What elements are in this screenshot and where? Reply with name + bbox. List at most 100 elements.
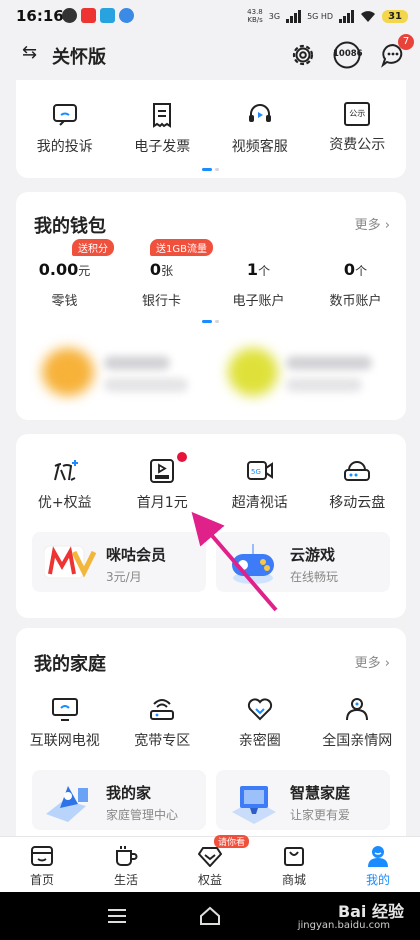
- youplus-icon: [53, 460, 78, 481]
- status-bar: 16:16 43.8 KB/s 3G 5G HD 31: [0, 0, 420, 34]
- page-indicator: [202, 320, 219, 323]
- services-card: 我的投诉 电子发票 视频客服 公示 资费公示: [16, 80, 406, 178]
- shopping-bag-icon: [284, 847, 304, 866]
- family-item-intimate-circle[interactable]: 亲密圈: [211, 696, 309, 750]
- family-label: 互联网电视: [29, 733, 100, 749]
- customer-service-10086-button[interactable]: 10086: [332, 40, 363, 70]
- chat-notification-icon: [62, 8, 77, 23]
- nav-mall[interactable]: 商城: [252, 837, 336, 892]
- diamond-icon: [198, 847, 222, 867]
- promo-cloud-gaming[interactable]: 云游戏 在线畅玩: [216, 532, 390, 592]
- wallet-label: 银行卡: [141, 294, 181, 309]
- service-label: 视频客服: [231, 139, 288, 155]
- benefit-label: 超清视话: [231, 495, 288, 511]
- family-network-icon: [346, 698, 369, 721]
- service-item-video-support[interactable]: 视频客服: [211, 102, 309, 156]
- svg-text:5G: 5G: [251, 468, 261, 476]
- signal-icon: [286, 9, 302, 23]
- benefit-label: 首月1元: [136, 495, 188, 511]
- notification-icons: [62, 8, 134, 23]
- tv-icon: [51, 698, 78, 721]
- promo-title: 云游戏: [290, 546, 336, 564]
- promo-subtitle: 在线畅玩: [290, 570, 339, 584]
- nav-label: 首页: [29, 873, 54, 887]
- bottom-navigation: 首页 生活 请你看 权益 商城 我的: [0, 835, 420, 892]
- migu-icon: [44, 545, 97, 579]
- promo-title: 我的家: [106, 784, 152, 802]
- heart-circle-icon: [247, 698, 272, 721]
- wallet-value-digital-currency[interactable]: 0个: [307, 260, 404, 279]
- promo-title: 智慧家庭: [290, 784, 351, 802]
- nav-benefits[interactable]: 请你看 权益: [168, 835, 252, 892]
- benefit-item-hd-video-call[interactable]: 5G 超清视话: [211, 458, 309, 512]
- benefits-card: 优+权益 首月1元 5G 超清视话 移动云盘 咪咕会员 3元/月 云游戏 在线畅…: [16, 434, 406, 618]
- nav-label: 商城: [281, 873, 306, 887]
- vip-video-icon: [150, 459, 175, 483]
- family-item-family-network[interactable]: 全国亲情网: [309, 696, 407, 750]
- promo-subtitle: 家庭管理中心: [106, 808, 179, 822]
- family-item-broadband[interactable]: 宽带专区: [114, 696, 212, 750]
- signal-icon: [339, 9, 355, 23]
- service-label: 资费公示: [329, 137, 386, 153]
- nav-mine[interactable]: 我的: [336, 837, 420, 892]
- promo-subtitle: 让家更有爱: [290, 808, 351, 822]
- menu-icon[interactable]: [107, 908, 127, 924]
- chevron-right-icon: ›: [384, 218, 390, 233]
- family-item-internet-tv[interactable]: 互联网电视: [16, 696, 114, 750]
- service-item-complaint[interactable]: 我的投诉: [16, 102, 114, 156]
- nav-home[interactable]: 首页: [0, 837, 84, 892]
- blurred-text: [104, 356, 170, 370]
- message-count-badge: 7: [398, 34, 414, 50]
- benefit-item-cloud-drive[interactable]: 移动云盘: [309, 458, 407, 512]
- nav-label: 权益: [197, 873, 222, 887]
- service-number-label: 10086: [333, 49, 363, 59]
- home-icon: [31, 846, 53, 866]
- nav-life[interactable]: 生活: [84, 837, 168, 892]
- blurred-image: [42, 348, 94, 396]
- home-map-icon: [46, 786, 88, 822]
- promo-smart-home[interactable]: 智慧家庭 让家更有爱: [216, 770, 390, 830]
- wallet-value-bankcard[interactable]: 0张: [113, 260, 210, 279]
- wallet-value-e-account[interactable]: 1个: [210, 260, 307, 279]
- service-label: 电子发票: [134, 139, 191, 155]
- promo-migu-member[interactable]: 咪咕会员 3元/月: [32, 532, 206, 592]
- network-speed: 43.8: [247, 8, 263, 16]
- app-notification-icon: [100, 8, 115, 23]
- router-icon: [150, 699, 175, 720]
- blurred-image: [228, 348, 278, 396]
- nav-label: 生活: [113, 873, 138, 887]
- family-more-link[interactable]: 更多 ›: [355, 652, 390, 671]
- messages-button[interactable]: 7: [378, 34, 414, 70]
- wallet-value-change[interactable]: 0.00元: [16, 260, 113, 279]
- blurred-text: [104, 378, 188, 392]
- app-notification-icon: [119, 8, 134, 23]
- service-item-tariff[interactable]: 公示 资费公示: [309, 102, 407, 156]
- user-icon: [368, 846, 388, 867]
- cloud-drive-icon: [344, 461, 371, 481]
- service-item-invoice[interactable]: 电子发票: [114, 102, 212, 156]
- wifi-icon: [361, 10, 376, 22]
- watermark-url: jingyan.baidu.com: [297, 920, 390, 931]
- home-button-icon[interactable]: [199, 906, 221, 926]
- nav-label: 我的: [365, 873, 390, 887]
- wallet-more-link[interactable]: 更多 ›: [355, 214, 390, 233]
- smart-home-icon: [232, 786, 276, 824]
- gear-icon: [292, 44, 314, 66]
- network-speed-unit: KB/s: [247, 16, 263, 24]
- family-label: 全国亲情网: [322, 733, 393, 749]
- page-title[interactable]: 关怀版: [52, 43, 106, 69]
- switch-mode-icon[interactable]: ⇆: [22, 42, 37, 63]
- benefit-item-youplus[interactable]: 优+权益: [16, 458, 114, 512]
- promo-my-home[interactable]: 我的家 家庭管理中心: [32, 770, 206, 830]
- settings-button[interactable]: [288, 40, 318, 70]
- blurred-banner[interactable]: [16, 328, 406, 420]
- promo-title: 咪咕会员: [106, 546, 167, 564]
- wallet-card: 我的钱包 更多 › 送积分 送1GB流量 0.00元 0张 1个 0个 零钱 银…: [16, 192, 406, 328]
- benefit-item-first-month[interactable]: 首月1元: [114, 452, 212, 512]
- section-title: 我的家庭: [34, 654, 106, 675]
- battery-indicator: 31: [382, 9, 408, 23]
- system-navigation-bar: Bai 经验 jingyan.baidu.com: [0, 892, 420, 940]
- tariff-notice-icon: 公示: [344, 102, 371, 126]
- service-label: 我的投诉: [36, 139, 93, 155]
- nav-promo-badge: 请你看: [214, 835, 250, 848]
